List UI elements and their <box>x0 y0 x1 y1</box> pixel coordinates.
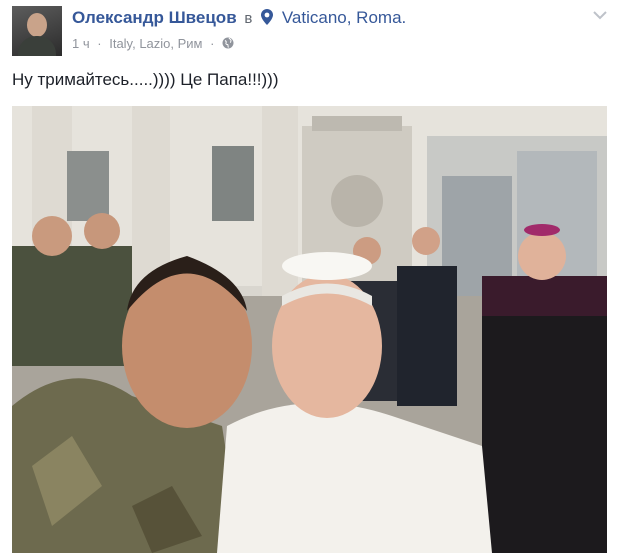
author-avatar[interactable] <box>12 6 62 56</box>
post-photo[interactable] <box>12 106 607 553</box>
avatar-head <box>27 13 47 37</box>
post-header: Олександр Швецов в Vaticano, Roma. <box>72 8 406 28</box>
in-word: в <box>244 10 253 27</box>
selfie-photo-illustration <box>12 106 607 553</box>
avatar-body <box>18 36 56 56</box>
place-detail-link[interactable]: Italy, Lazio, Рим <box>109 36 202 51</box>
map-pin-icon <box>261 9 274 25</box>
location-link[interactable]: Vaticano, Roma. <box>282 8 406 27</box>
post-meta: 1 ч · Italy, Lazio, Рим · <box>72 36 234 51</box>
meta-separator-2: · <box>210 36 215 51</box>
globe-icon[interactable] <box>222 37 234 49</box>
chevron-down-icon[interactable] <box>593 10 607 20</box>
author-name-link[interactable]: Олександр Швецов <box>72 8 237 27</box>
facebook-post: Олександр Швецов в Vaticano, Roma. 1 ч ·… <box>0 0 619 560</box>
post-timestamp[interactable]: 1 ч <box>72 36 90 51</box>
meta-separator: · <box>97 36 102 51</box>
post-text: Ну тримайтесь.....)))) Це Папа!!!))) <box>12 70 279 89</box>
